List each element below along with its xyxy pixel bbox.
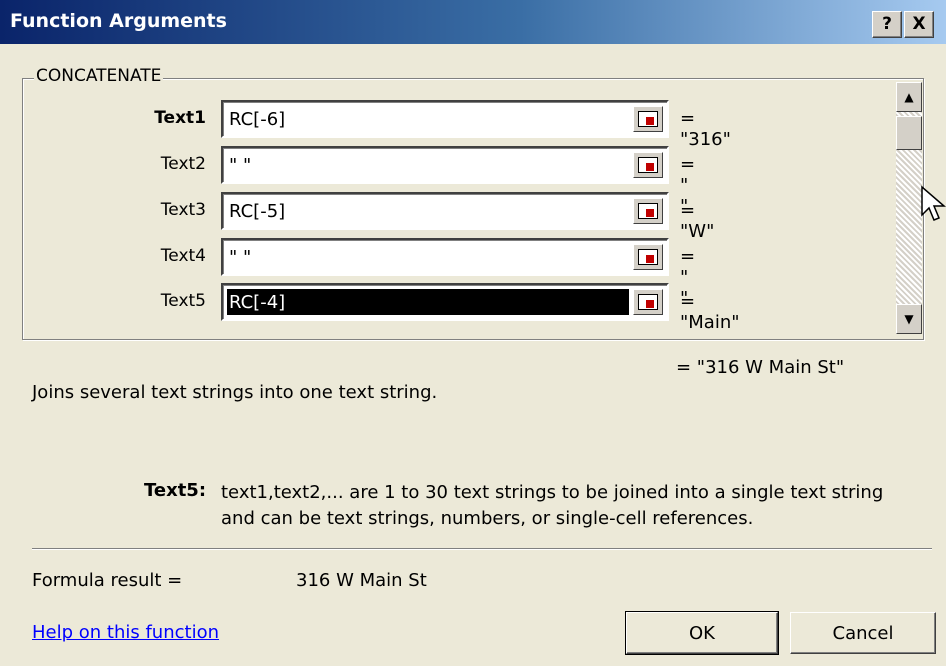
help-button[interactable]: ? xyxy=(872,11,902,38)
collapse-dialog-icon[interactable] xyxy=(633,198,663,224)
text2-input[interactable]: " " xyxy=(221,146,669,184)
argument-result: = "316" xyxy=(680,108,731,150)
argument-value: RC[-5] xyxy=(229,201,286,222)
argument-label: Text5 xyxy=(160,291,206,311)
argument-value: RC[-6] xyxy=(229,109,286,130)
formula-result-label: Formula result = xyxy=(32,570,183,591)
text4-input[interactable]: " " xyxy=(221,238,669,276)
close-button[interactable]: X xyxy=(904,11,934,38)
argument-value: " " xyxy=(229,155,252,176)
overall-result: = "316 W Main St" xyxy=(676,357,845,378)
argument-value: " " xyxy=(229,247,252,268)
argument-result: = "Main" xyxy=(680,291,740,333)
collapse-dialog-icon[interactable] xyxy=(633,244,663,270)
selection-highlight xyxy=(227,289,629,315)
collapse-dialog-icon[interactable] xyxy=(633,152,663,178)
argument-label: Text1 xyxy=(154,108,206,128)
cancel-button[interactable]: Cancel xyxy=(790,612,936,654)
divider xyxy=(32,548,932,550)
argument-label: Text2 xyxy=(160,154,206,174)
text1-input[interactable]: RC[-6] xyxy=(221,100,669,138)
title-bar: Function Arguments ? X xyxy=(0,0,946,44)
function-name: CONCATENATE xyxy=(34,66,164,86)
text5-input[interactable]: RC[-4] xyxy=(221,283,669,321)
formula-result-value: 316 W Main St xyxy=(296,570,427,591)
ok-button[interactable]: OK xyxy=(625,611,779,655)
argument-help-label: Text5: xyxy=(144,480,207,501)
argument-label: Text3 xyxy=(160,200,206,220)
collapse-dialog-icon[interactable] xyxy=(633,289,663,315)
help-on-function-link[interactable]: Help on this function xyxy=(32,622,219,643)
text3-input[interactable]: RC[-5] xyxy=(221,192,669,230)
argument-help-text: text1,text2,... are 1 to 30 text strings… xyxy=(221,482,884,529)
collapse-dialog-icon[interactable] xyxy=(633,106,663,132)
window-title: Function Arguments xyxy=(10,10,227,32)
argument-value: RC[-4] xyxy=(229,292,286,313)
scroll-up-icon[interactable]: ▲ xyxy=(896,82,922,112)
scroll-thumb[interactable] xyxy=(896,116,922,150)
function-description: Joins several text strings into one text… xyxy=(32,382,438,403)
mouse-cursor-icon xyxy=(921,185,946,221)
argument-result: = "W" xyxy=(680,200,715,242)
argument-label: Text4 xyxy=(160,246,206,266)
scroll-down-icon[interactable]: ▼ xyxy=(896,304,922,334)
arguments-scrollbar[interactable]: ▲ ▼ xyxy=(896,82,922,334)
